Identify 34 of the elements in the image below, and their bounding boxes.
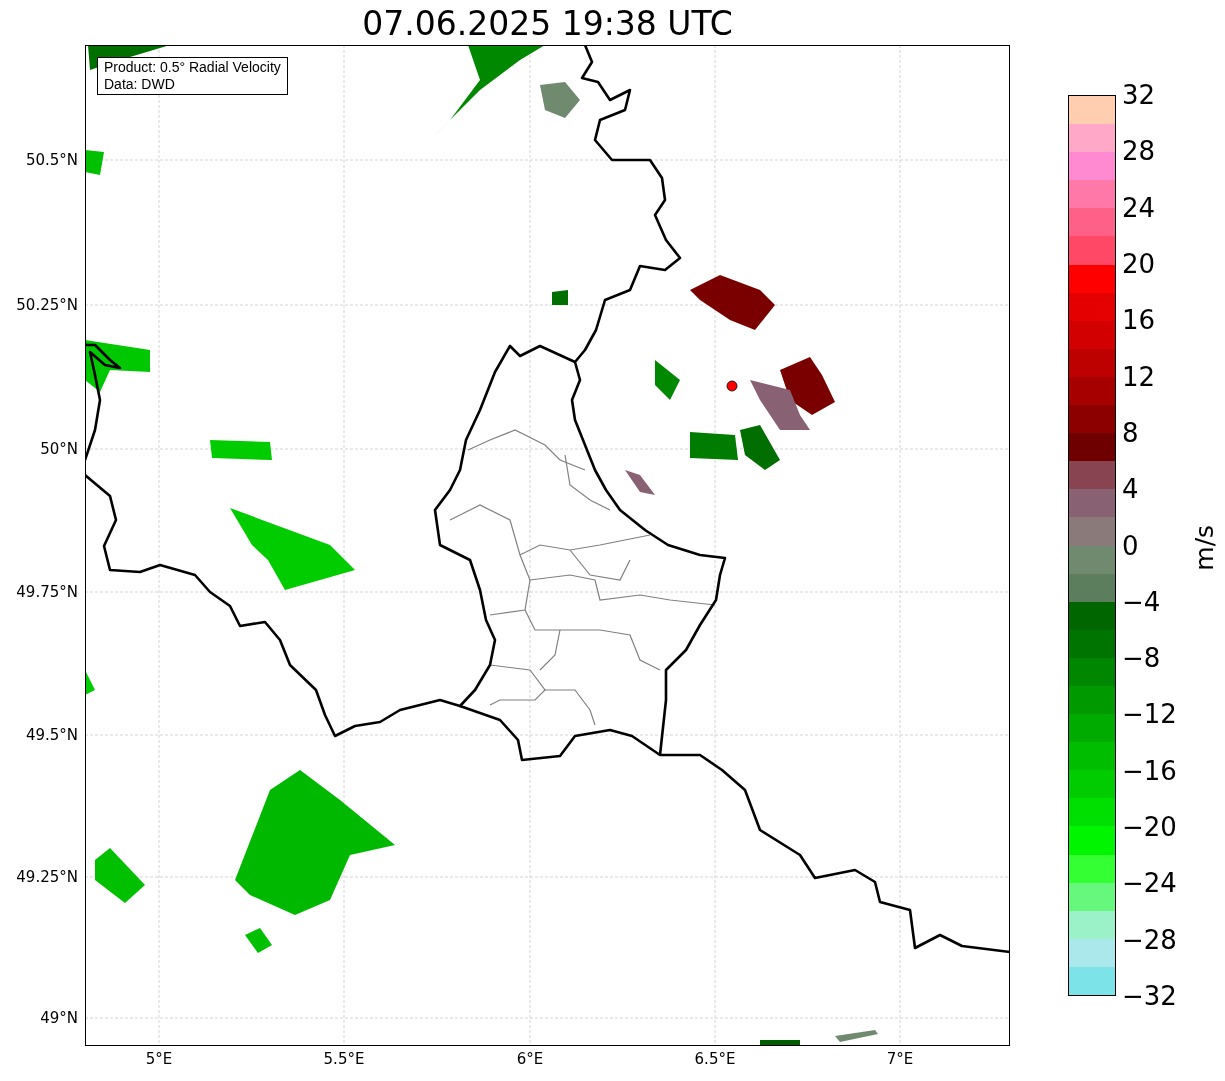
legend-text: Data: DWD: [104, 76, 176, 93]
colorbar-tick-label: 16: [1122, 305, 1156, 336]
colorbar-label: m/s: [1189, 525, 1221, 571]
radar-site-marker: [726, 380, 738, 392]
colorbar-tick-label: 24: [1122, 192, 1156, 223]
chart-title: 07.06.2025 19:38 UTC: [362, 3, 733, 45]
latitude-label: 49.5°N: [25, 726, 78, 744]
latitude-label: 50°N: [40, 440, 78, 458]
latitude-label: 49.75°N: [16, 583, 78, 601]
latitude-label: 49.25°N: [16, 868, 78, 886]
latitude-label: 49°N: [40, 1009, 78, 1027]
longitude-label: 5°E: [145, 1050, 173, 1068]
colorbar-tick-label: 28: [1122, 136, 1156, 167]
colorbar-tick-label: 0: [1122, 530, 1139, 561]
colorbar-tick-label: −12: [1122, 699, 1177, 730]
colorbar-tick-label: −24: [1122, 868, 1177, 899]
colorbar-tick-label: 8: [1122, 417, 1139, 448]
latitude-label: 50.25°N: [16, 296, 78, 314]
longitude-label: 6°E: [516, 1050, 544, 1068]
legend-text: Product: 0.5° Radial Velocity: [104, 59, 281, 76]
colorbar-tick-label: 12: [1122, 361, 1156, 392]
colorbar-tick-label: −32: [1122, 981, 1177, 1011]
longitude-label: 7°E: [886, 1050, 914, 1068]
colorbar-tick-label: 32: [1122, 80, 1156, 110]
longitude-label: 6.5°E: [694, 1050, 736, 1068]
colorbar-tick-label: 20: [1122, 248, 1156, 279]
colorbar-tick-label: 4: [1122, 474, 1139, 505]
colorbar-tick-label: −20: [1122, 812, 1177, 843]
longitude-label: 5.5°E: [323, 1050, 365, 1068]
colorbar-tick-label: −16: [1122, 755, 1177, 786]
colorbar-tick-label: −4: [1122, 586, 1161, 617]
colorbar-tick-label: −8: [1122, 643, 1161, 674]
colorbar-tick-label: −28: [1122, 924, 1177, 955]
latitude-label: 50.5°N: [25, 151, 78, 169]
